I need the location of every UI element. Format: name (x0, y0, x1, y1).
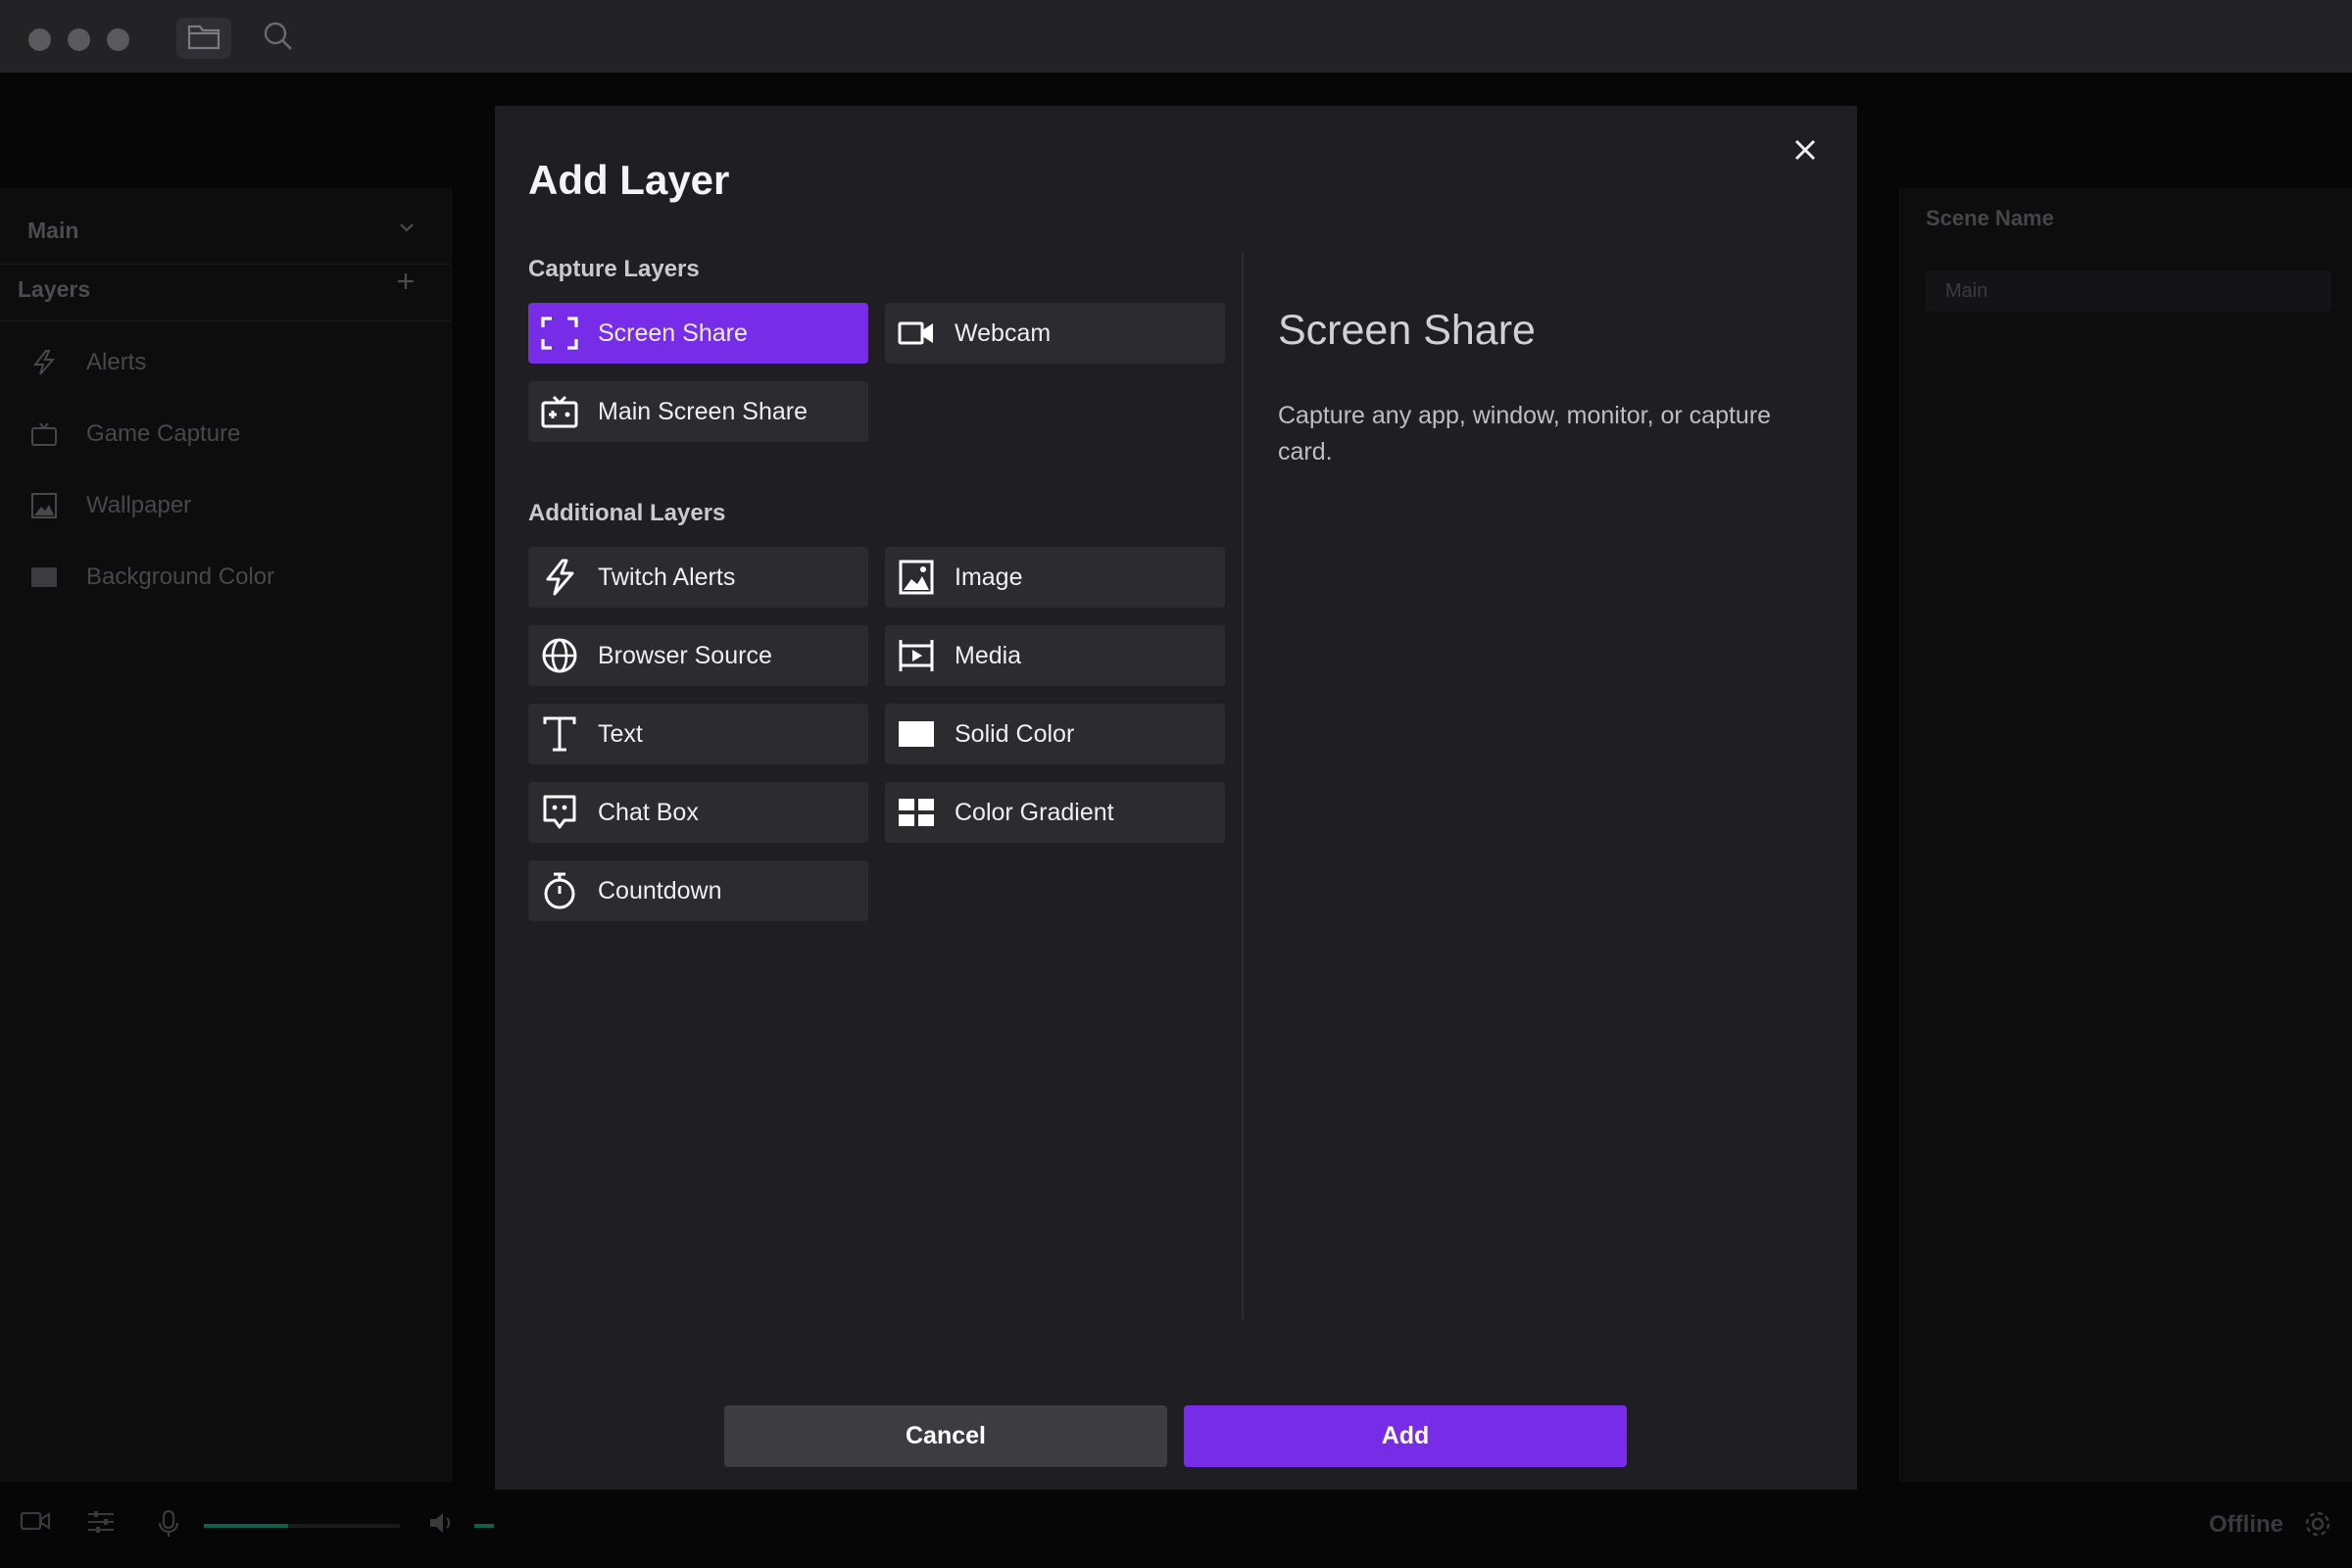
dialog-divider (1242, 251, 1244, 1319)
layers-heading: Layers (18, 276, 91, 302)
webcam-icon (897, 314, 936, 353)
gamepad-icon (29, 419, 59, 449)
microphone-icon[interactable] (157, 1509, 180, 1544)
layer-option-screen-share[interactable]: Screen Share (528, 303, 868, 364)
gradient-icon (897, 793, 936, 832)
layer-option-label: Countdown (598, 876, 722, 905)
scene-selector[interactable]: Main (27, 218, 78, 244)
search-button[interactable] (251, 18, 306, 59)
layer-option-label: Browser Source (598, 641, 772, 669)
speaker-icon[interactable] (427, 1509, 457, 1542)
speaker-volume-slider[interactable] (474, 1524, 494, 1528)
media-icon (897, 636, 936, 675)
image-icon (897, 558, 936, 597)
lightning-icon (29, 348, 59, 377)
layer-option-label: Text (598, 719, 643, 748)
mic-volume-fill (204, 1524, 288, 1528)
gear-icon[interactable] (2303, 1509, 2332, 1544)
camera-icon[interactable] (20, 1509, 51, 1538)
folder-button[interactable] (176, 18, 231, 59)
layer-option-label: Solid Color (955, 719, 1075, 748)
layer-option-label: Screen Share (598, 318, 748, 347)
layer-option-label: Color Gradient (955, 798, 1114, 826)
layer-option-webcam[interactable]: Webcam (885, 303, 1225, 364)
chevron-down-icon[interactable] (398, 216, 416, 243)
additional-layers-heading: Additional Layers (528, 500, 726, 526)
sidebar-layer-label: Background Color (86, 564, 275, 590)
gamepad-icon (540, 392, 579, 431)
close-button[interactable] (1781, 127, 1830, 176)
bottom-toolbar: Offline (0, 1484, 2352, 1568)
layers-sidebar: Main Layers Alerts Game Capture Wallpape… (0, 188, 452, 1482)
dialog-title: Add Layer (528, 157, 730, 203)
detail-description: Capture any app, window, monitor, or cap… (1278, 402, 1772, 466)
layer-option-solid-color[interactable]: Solid Color (885, 704, 1225, 764)
image-icon (29, 491, 59, 520)
layer-option-label: Media (955, 641, 1022, 669)
layer-option-countdown[interactable]: Countdown (528, 860, 868, 921)
layer-option-label: Main Screen Share (598, 397, 808, 425)
sidebar-layer-background-color[interactable]: Background Color (29, 558, 274, 597)
stream-status: Offline (2209, 1511, 2283, 1538)
layer-option-main-screen-share[interactable]: Main Screen Share (528, 381, 868, 442)
close-icon (1792, 137, 1818, 168)
scene-name-label: Scene Name (1926, 206, 2054, 230)
sidebar-divider (0, 264, 451, 265)
cancel-button[interactable]: Cancel (724, 1405, 1167, 1467)
add-button[interactable]: Add (1184, 1405, 1627, 1467)
solid-color-icon (29, 563, 59, 592)
window-titlebar (0, 0, 2352, 73)
add-layer-dialog: Add Layer Capture Layers Screen Share We… (495, 106, 1857, 1490)
solid-color-icon (897, 714, 936, 754)
layer-option-label: Image (955, 563, 1023, 591)
folder-icon (187, 23, 220, 55)
add-layer-icon[interactable] (396, 270, 416, 298)
text-icon (540, 714, 579, 754)
layer-option-chat-box[interactable]: Chat Box (528, 782, 868, 843)
scene-name-input[interactable]: Main (1926, 270, 2331, 312)
layer-option-label: Webcam (955, 318, 1052, 347)
sidebar-layer-game-capture[interactable]: Game Capture (29, 415, 240, 454)
lightning-icon (540, 558, 579, 597)
layer-option-label: Twitch Alerts (598, 563, 736, 591)
sidebar-layer-label: Game Capture (86, 420, 241, 447)
layer-option-media[interactable]: Media (885, 625, 1225, 686)
sidebar-layer-label: Alerts (86, 349, 147, 375)
layer-option-image[interactable]: Image (885, 547, 1225, 608)
sidebar-divider (0, 320, 451, 321)
timer-icon (540, 871, 579, 910)
layer-option-color-gradient[interactable]: Color Gradient (885, 782, 1225, 843)
search-icon (263, 21, 294, 57)
layer-option-twitch-alerts[interactable]: Twitch Alerts (528, 547, 868, 608)
window-close-dot[interactable] (28, 28, 51, 51)
screen-share-icon (540, 314, 579, 353)
mixer-icon[interactable] (86, 1509, 116, 1540)
sidebar-layer-wallpaper[interactable]: Wallpaper (29, 486, 191, 525)
layer-option-label: Chat Box (598, 798, 699, 826)
window-zoom-dot[interactable] (107, 28, 129, 51)
globe-icon (540, 636, 579, 675)
layer-option-text[interactable]: Text (528, 704, 868, 764)
layer-option-browser-source[interactable]: Browser Source (528, 625, 868, 686)
sidebar-layer-label: Wallpaper (86, 492, 192, 518)
detail-title: Screen Share (1278, 307, 1536, 354)
chat-icon (540, 793, 579, 832)
scene-properties-panel: Scene Name Main (1899, 188, 2352, 1482)
capture-layers-heading: Capture Layers (528, 256, 700, 282)
mic-volume-slider[interactable] (204, 1524, 400, 1528)
sidebar-layer-alerts[interactable]: Alerts (29, 343, 146, 382)
window-minimize-dot[interactable] (68, 28, 90, 51)
